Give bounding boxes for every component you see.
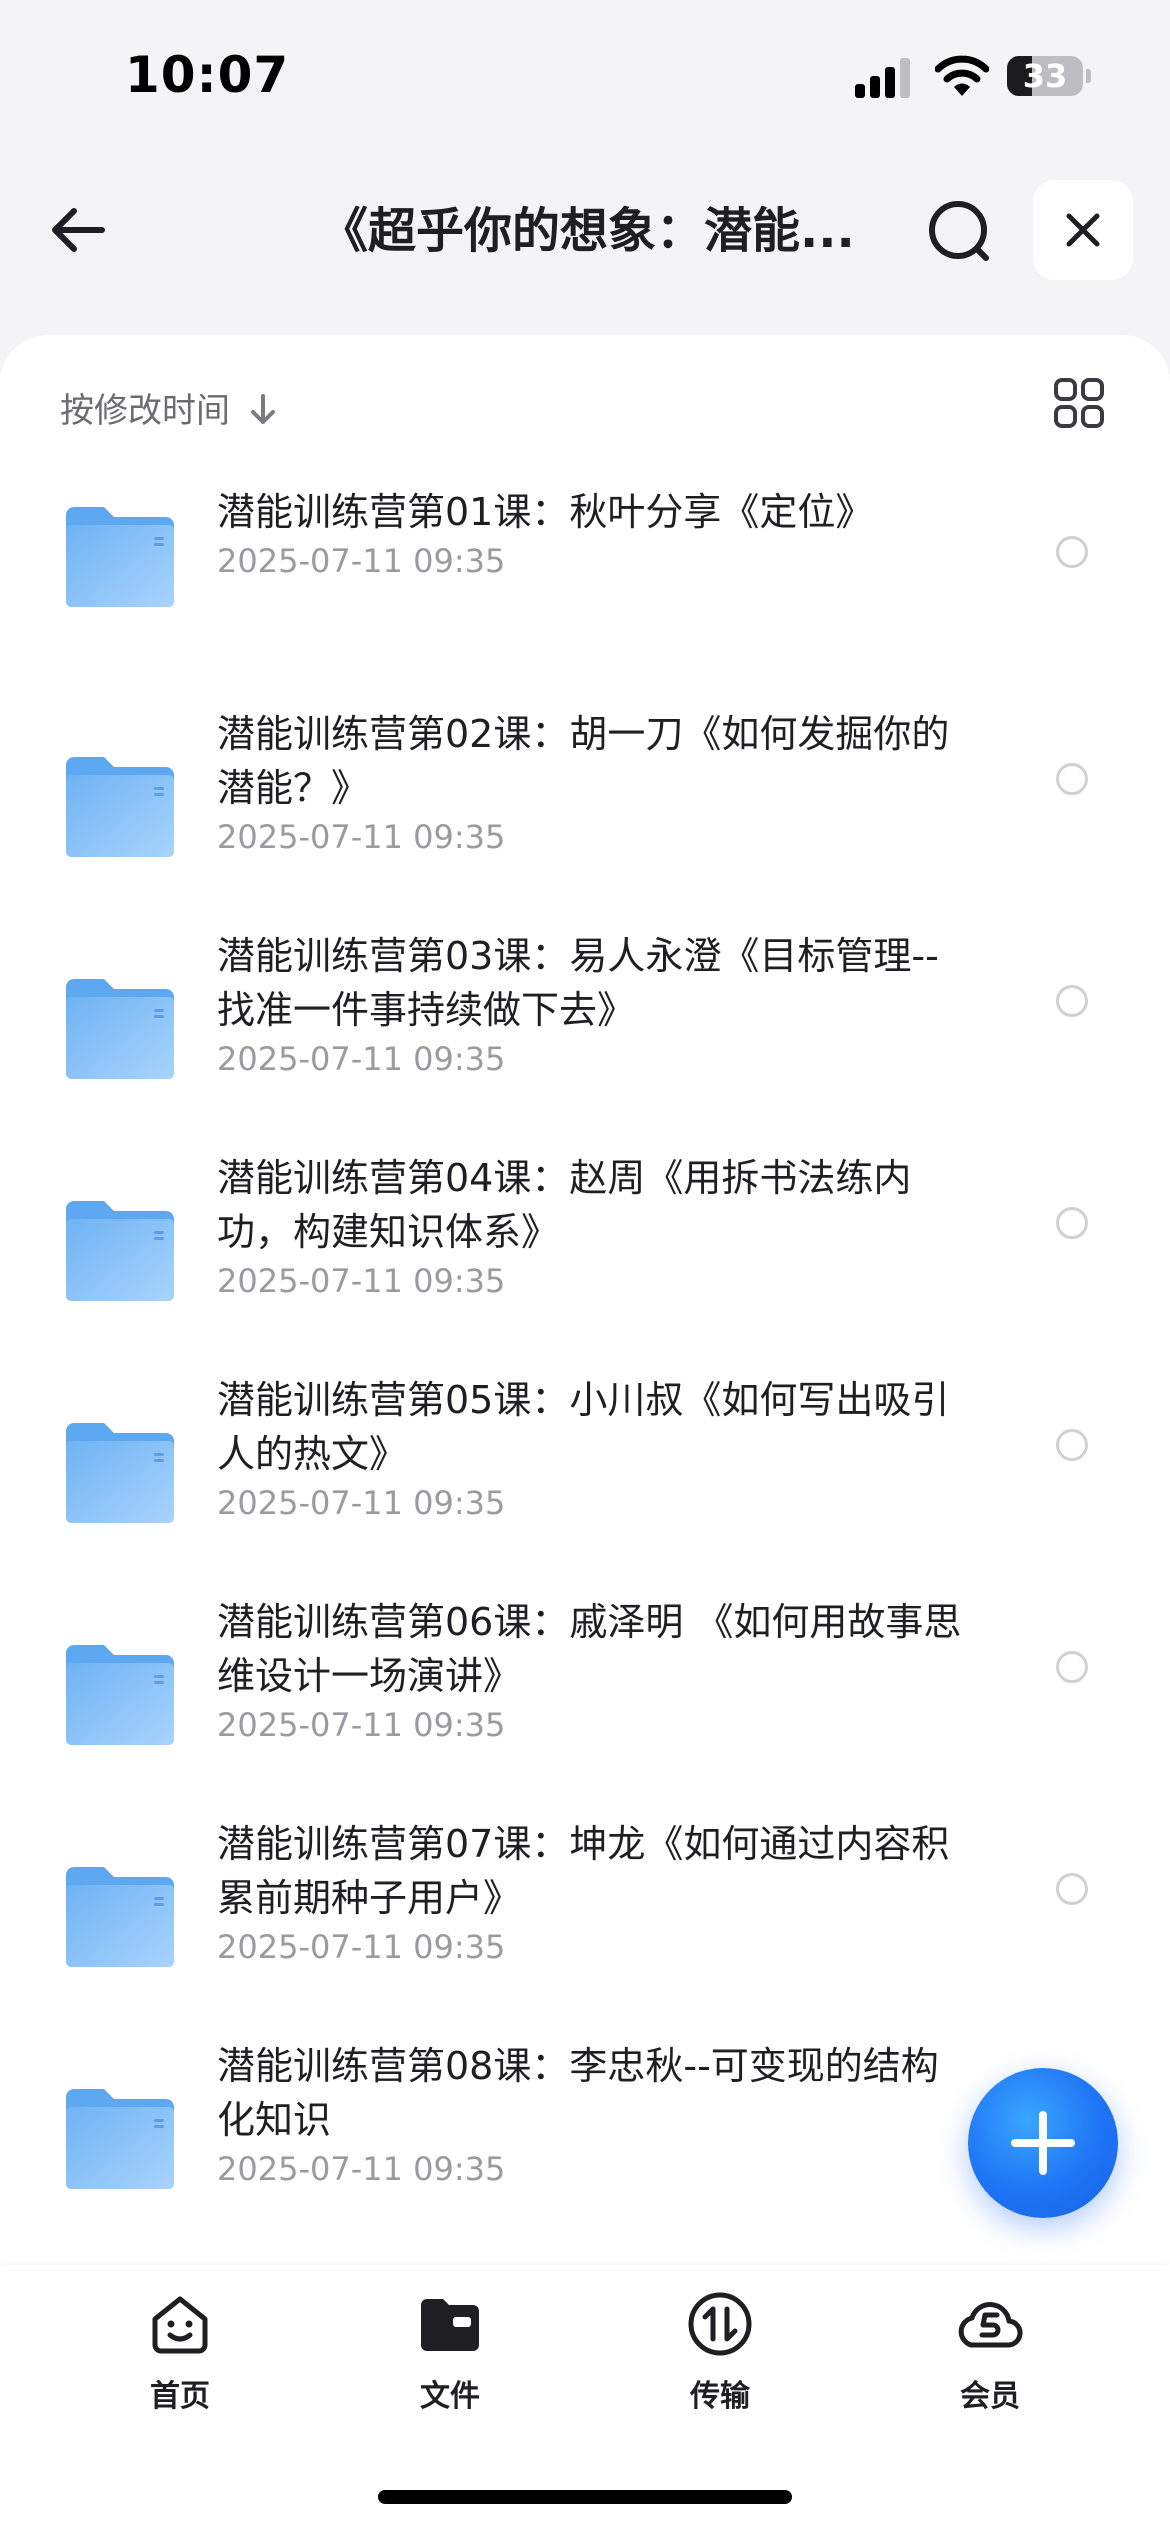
tab-label: 首页 bbox=[150, 2379, 210, 2414]
add-button[interactable] bbox=[968, 2068, 1118, 2218]
tab-files[interactable]: 文件 bbox=[380, 2291, 520, 2431]
grid-view-icon bbox=[1054, 378, 1104, 428]
close-button[interactable] bbox=[1033, 180, 1133, 280]
tab-label: 文件 bbox=[420, 2379, 480, 2414]
battery-percent: 33 bbox=[1022, 57, 1068, 95]
file-date: 2025-07-11 09:35 bbox=[217, 1706, 506, 1744]
list-item[interactable]: 潜能训练营第03课：易人永澄《目标管理--找准一件事持续做下去》 2025-07-… bbox=[0, 929, 1170, 1151]
file-name: 潜能训练营第06课：戚泽明 《如何用故事思维设计一场演讲》 bbox=[217, 1600, 962, 1698]
list-item[interactable]: 潜能训练营第02课：胡一刀《如何发掘你的潜能？》 2025-07-11 09:35 bbox=[0, 707, 1170, 929]
plus-icon bbox=[1011, 2111, 1075, 2175]
sort-label: 按修改时间 bbox=[60, 390, 230, 431]
back-button[interactable] bbox=[40, 190, 120, 270]
tab-home[interactable]: 首页 bbox=[110, 2291, 250, 2431]
battery-icon: 33 bbox=[1007, 56, 1091, 98]
home-indicator bbox=[378, 2490, 792, 2504]
select-radio[interactable] bbox=[1056, 1873, 1088, 1905]
nav-bar: 《超乎你的想象：潜能... bbox=[0, 160, 1170, 300]
close-icon bbox=[1066, 213, 1100, 247]
select-radio[interactable] bbox=[1056, 985, 1088, 1017]
page-title: 《超乎你的想象：潜能... bbox=[320, 203, 855, 259]
wifi-icon bbox=[935, 55, 989, 96]
file-list-sheet: 按修改时间 潜能训练营第01课：秋叶分享《定位》 2025-07-11 09:35… bbox=[0, 335, 1170, 2265]
folder-icon bbox=[66, 1867, 174, 1967]
home-face-icon bbox=[152, 2296, 208, 2354]
file-name: 潜能训练营第05课：小川叔《如何写出吸引人的热文》 bbox=[217, 1378, 950, 1476]
folder-icon bbox=[66, 979, 174, 1079]
select-radio[interactable] bbox=[1056, 1651, 1088, 1683]
folder-icon bbox=[66, 507, 174, 607]
list-item[interactable]: 潜能训练营第04课：赵周《用拆书法练内功，构建知识体系》 2025-07-11 0… bbox=[0, 1151, 1170, 1373]
file-date: 2025-07-11 09:35 bbox=[217, 2150, 506, 2188]
select-radio[interactable] bbox=[1056, 1207, 1088, 1239]
tab-label: 会员 bbox=[960, 2379, 1020, 2414]
arrow-left-icon bbox=[52, 208, 105, 252]
grid-view-button[interactable] bbox=[1053, 377, 1105, 429]
select-radio[interactable] bbox=[1056, 536, 1088, 568]
cloud-member-icon bbox=[958, 2302, 1023, 2348]
file-date: 2025-07-11 09:35 bbox=[217, 1262, 506, 1300]
file-date: 2025-07-11 09:35 bbox=[217, 1040, 506, 1078]
folder-icon bbox=[66, 2089, 174, 2189]
tab-transfer[interactable]: 传输 bbox=[650, 2291, 790, 2431]
list-item[interactable]: 潜能训练营第01课：秋叶分享《定位》 2025-07-11 09:35 bbox=[0, 485, 1170, 707]
select-radio[interactable] bbox=[1056, 1429, 1088, 1461]
cellular-signal-icon bbox=[855, 58, 910, 98]
folder-icon bbox=[66, 1201, 174, 1301]
sort-button[interactable]: 按修改时间 bbox=[60, 377, 278, 437]
folder-icon bbox=[66, 1423, 174, 1523]
search-button[interactable] bbox=[918, 190, 1002, 274]
tab-label: 传输 bbox=[690, 2379, 750, 2414]
file-date: 2025-07-11 09:35 bbox=[217, 1484, 506, 1522]
status-bar: 10:07 33 bbox=[0, 0, 1170, 150]
folder-icon bbox=[66, 757, 174, 857]
search-icon bbox=[929, 201, 989, 261]
file-name: 潜能训练营第04课：赵周《用拆书法练内功，构建知识体系》 bbox=[217, 1156, 912, 1254]
tab-member[interactable]: 会员 bbox=[920, 2291, 1060, 2431]
file-date: 2025-07-11 09:35 bbox=[217, 1928, 506, 1966]
folder-icon bbox=[66, 1645, 174, 1745]
select-radio[interactable] bbox=[1056, 763, 1088, 795]
folder-icon bbox=[421, 2299, 479, 2351]
file-name: 潜能训练营第03课：易人永澄《目标管理--找准一件事持续做下去》 bbox=[217, 934, 939, 1032]
list-item[interactable]: 潜能训练营第06课：戚泽明 《如何用故事思维设计一场演讲》 2025-07-11 … bbox=[0, 1595, 1170, 1817]
file-list: 潜能训练营第01课：秋叶分享《定位》 2025-07-11 09:35 潜能训练营第… bbox=[0, 485, 1170, 2261]
file-name: 潜能训练营第01课：秋叶分享《定位》 bbox=[217, 490, 874, 534]
status-time: 10:07 bbox=[125, 46, 290, 104]
transfer-icon bbox=[688, 2292, 752, 2356]
list-item[interactable]: 潜能训练营第07课：坤龙《如何通过内容积累前期种子用户》 2025-07-11 0… bbox=[0, 1817, 1170, 2039]
file-date: 2025-07-11 09:35 bbox=[217, 542, 506, 580]
list-item[interactable]: 潜能训练营第05课：小川叔《如何写出吸引人的热文》 2025-07-11 09:3… bbox=[0, 1373, 1170, 1595]
file-date: 2025-07-11 09:35 bbox=[217, 818, 506, 856]
file-name: 潜能训练营第02课：胡一刀《如何发掘你的潜能？》 bbox=[217, 712, 950, 810]
arrow-down-icon bbox=[251, 394, 275, 424]
file-name: 潜能训练营第07课：坤龙《如何通过内容积累前期种子用户》 bbox=[217, 1822, 950, 1920]
file-name: 潜能训练营第08课：李忠秋--可变现的结构化知识 bbox=[217, 2044, 939, 2142]
